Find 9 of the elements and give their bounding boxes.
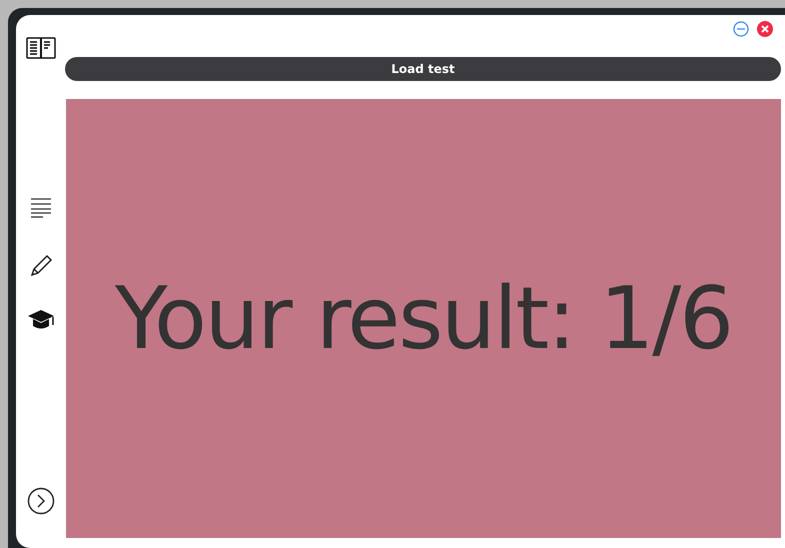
load-test-button[interactable]: Load test <box>65 57 781 81</box>
book-icon[interactable] <box>26 37 56 59</box>
close-icon[interactable] <box>757 21 773 37</box>
minimize-icon[interactable] <box>733 21 749 37</box>
pencil-icon[interactable] <box>28 254 52 278</box>
text-lines-icon[interactable] <box>30 197 52 219</box>
result-text: Your result: 1/6 <box>115 268 732 368</box>
graduation-cap-icon[interactable] <box>26 309 54 331</box>
chevron-circle-icon[interactable] <box>26 487 54 515</box>
